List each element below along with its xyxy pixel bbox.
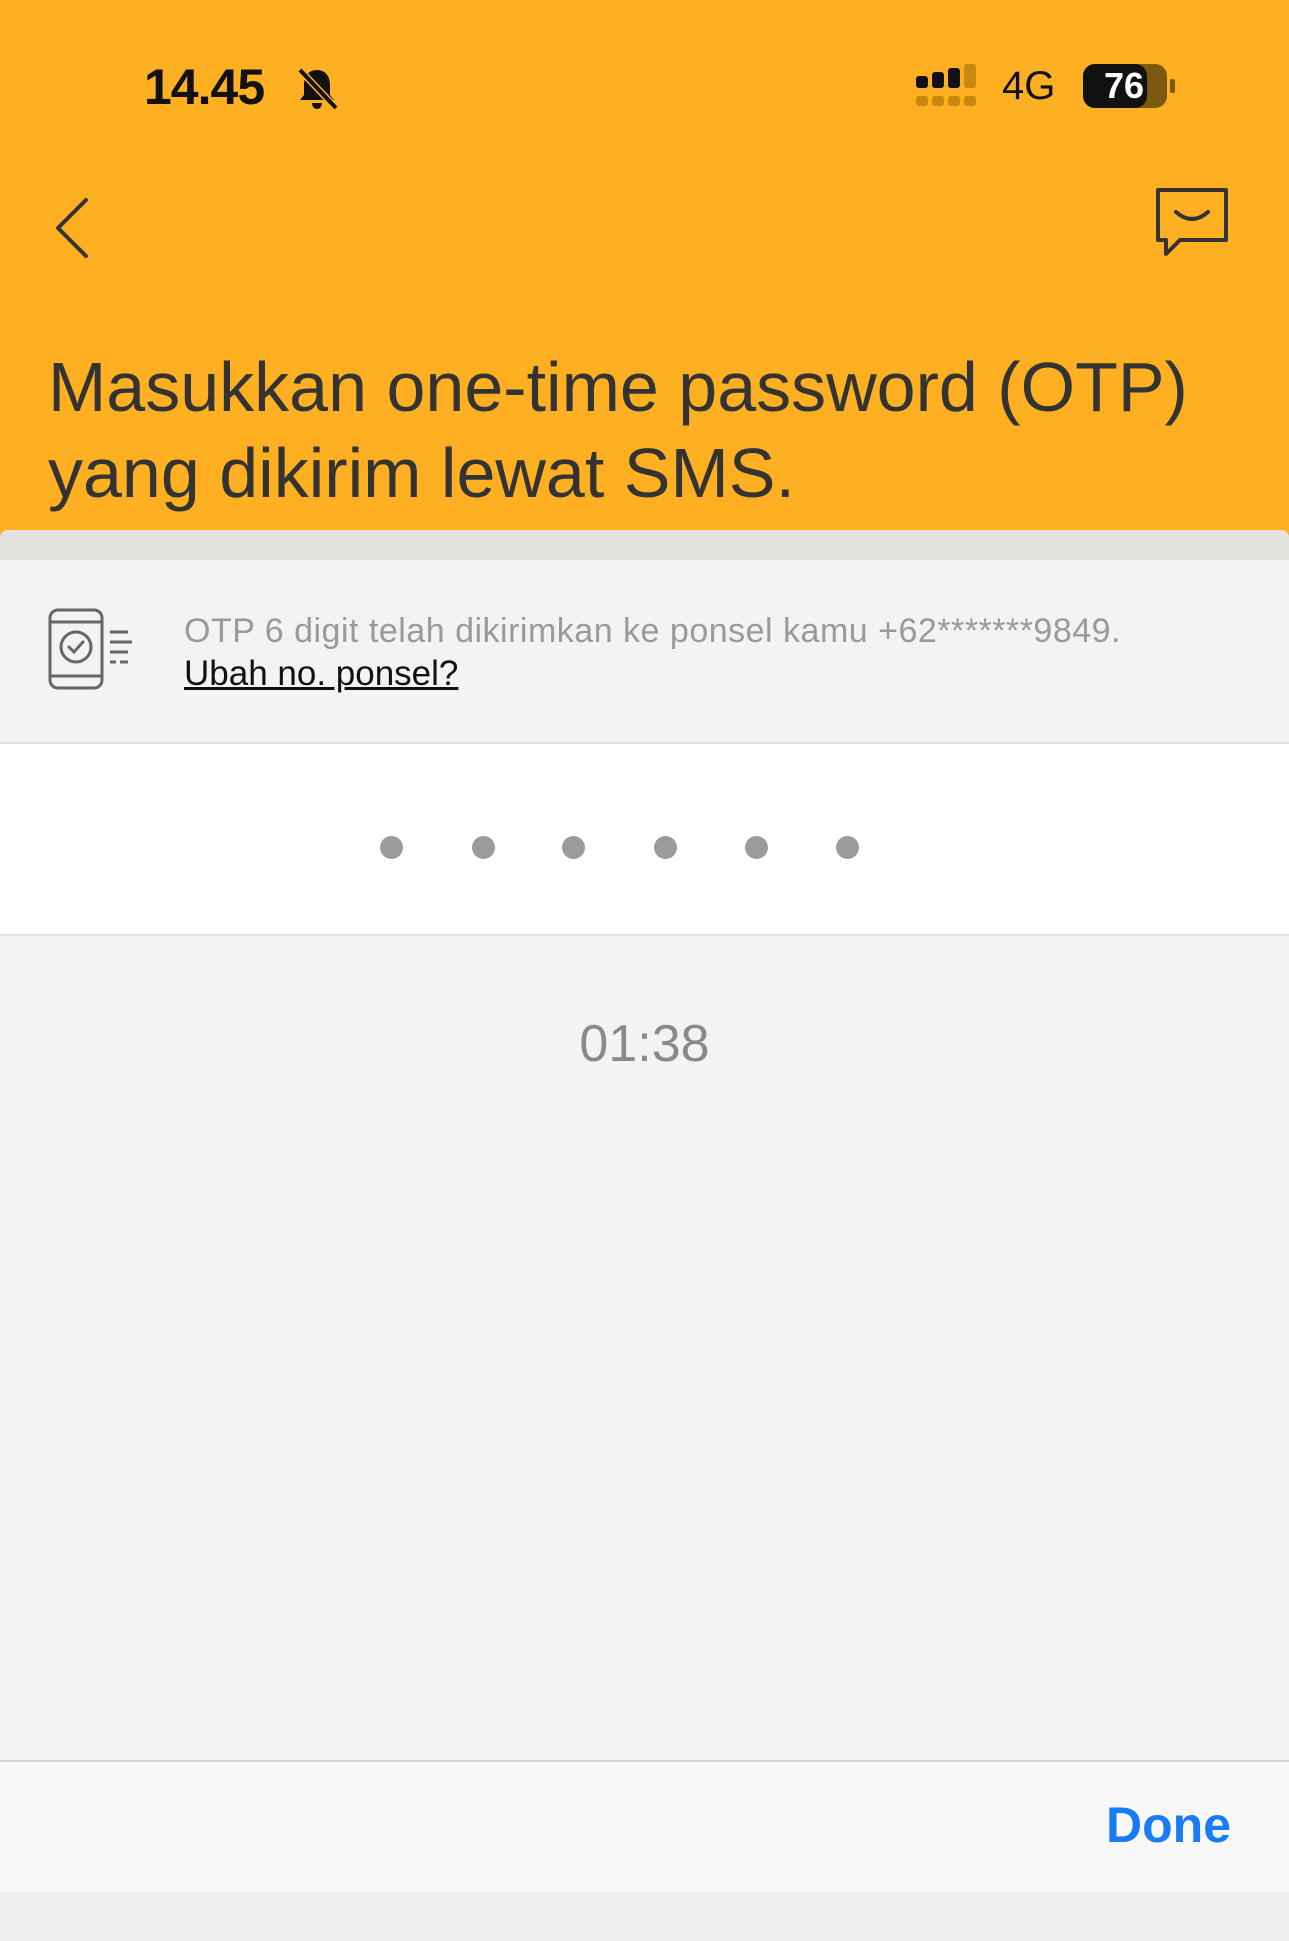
countdown-timer: 01:38	[579, 1015, 710, 1073]
page-title: Masukkan one-time password (OTP) yang di…	[48, 348, 1188, 512]
otp-digit-4	[654, 836, 677, 859]
otp-digit-5	[745, 836, 768, 859]
otp-digit-3	[562, 836, 585, 859]
chat-support-icon[interactable]	[1150, 182, 1234, 266]
otp-input-field[interactable]	[0, 744, 1289, 936]
network-type: 4G	[1002, 64, 1056, 108]
change-phone-link[interactable]: Ubah no. ponsel?	[184, 654, 458, 694]
otp-digit-1	[380, 836, 403, 859]
otp-info-panel	[0, 560, 1289, 744]
status-time: 14.45	[144, 59, 265, 115]
otp-sent-message: OTP 6 digit telah dikirimkan ke ponsel k…	[184, 612, 1122, 650]
battery-level: 76	[1103, 65, 1145, 106]
otp-digit-2	[472, 836, 495, 859]
done-button[interactable]: Done	[1106, 1796, 1231, 1854]
bell-muted-icon	[297, 67, 339, 111]
otp-digit-6	[836, 836, 859, 859]
keyboard-toolbar	[0, 1760, 1289, 1894]
keyboard-edge	[0, 1892, 1289, 1941]
phone-check-icon	[48, 608, 132, 690]
signal-icon	[916, 64, 976, 106]
back-chevron-icon[interactable]	[42, 186, 112, 266]
sheet-top-edge	[0, 530, 1289, 560]
